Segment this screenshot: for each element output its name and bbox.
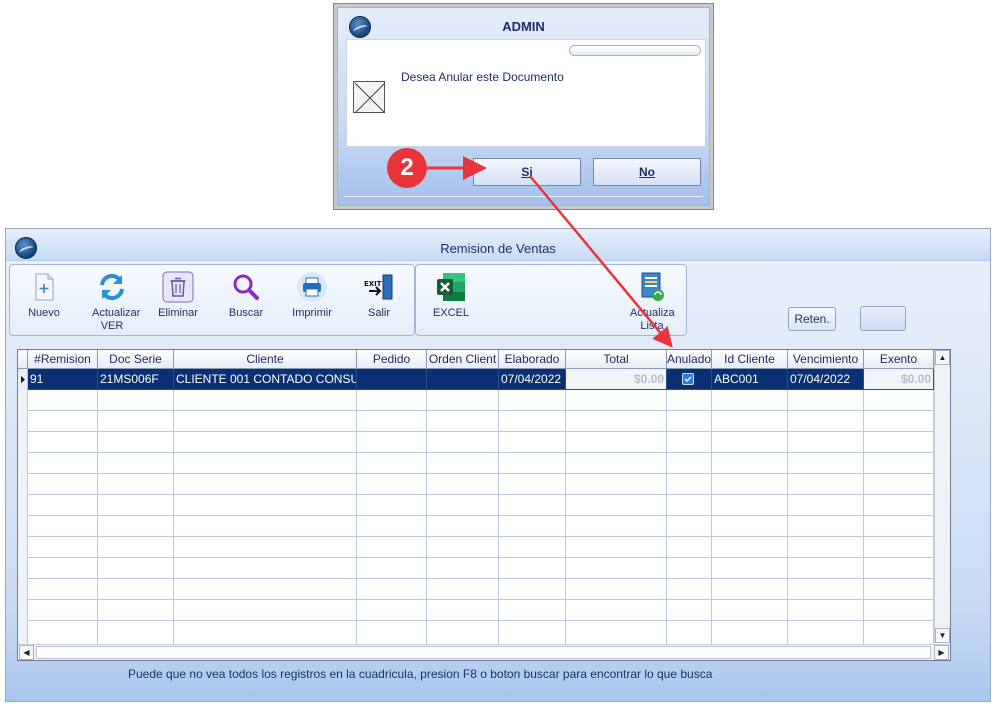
remision-grid[interactable]: #Remision Doc Serie Cliente Pedido Orden… [17, 349, 951, 661]
actualiza-lista-button[interactable]: Actualiza Lista [620, 271, 684, 333]
col-cliente[interactable]: Cliente [174, 350, 357, 369]
cell-id-cliente[interactable]: ABC001 [712, 369, 788, 390]
dialog-progress-bar [569, 45, 701, 56]
cell-doc-serie[interactable]: 21MS006F [98, 369, 174, 390]
blank-button[interactable] [860, 306, 906, 331]
dialog-title: ADMIN [502, 19, 545, 34]
dialog-message: Desea Anular este Documento [401, 70, 564, 84]
col-pedido[interactable]: Pedido [357, 350, 427, 369]
cell-anulado[interactable] [667, 369, 712, 390]
excel-icon [435, 271, 467, 303]
nuevo-label: Nuevo [28, 307, 60, 319]
scroll-right-button[interactable]: ▶ [934, 645, 949, 660]
actualizar-ver-label: Actualizar VER [92, 307, 141, 332]
trash-icon [162, 271, 194, 303]
cell-exento[interactable]: $0.00 [864, 369, 934, 390]
remision-window: Remision de Ventas Nuevo Actualizar VER [5, 228, 991, 702]
col-exento[interactable]: Exento [864, 350, 934, 369]
search-icon [230, 271, 262, 303]
yes-button[interactable]: Si [473, 158, 581, 186]
window-title: Remision de Ventas [440, 241, 556, 256]
buscar-label: Buscar [228, 307, 264, 319]
col-anulado[interactable]: Anulado [667, 350, 712, 369]
actualizar-ver-button[interactable]: Actualizar VER [80, 271, 144, 333]
buscar-button[interactable]: Buscar [214, 271, 278, 320]
cell-remision[interactable]: 91 [28, 369, 98, 390]
col-remision[interactable]: #Remision [28, 350, 98, 369]
col-vencimiento[interactable]: Vencimiento [788, 350, 864, 369]
update-list-icon [636, 271, 668, 303]
main-toolbar: Nuevo Actualizar VER Eliminar Buscar Imp… [9, 264, 415, 336]
salir-button[interactable]: EXIT Salir [347, 271, 411, 320]
secondary-toolbar: EXCEL Actualiza Lista [415, 264, 687, 336]
horizontal-scrollbar[interactable]: ◀ ▶ [18, 644, 950, 660]
imprimir-button[interactable]: Imprimir [280, 271, 344, 320]
scroll-up-button[interactable]: ▲ [935, 350, 950, 365]
no-button[interactable]: No [593, 158, 701, 186]
imprimir-label: Imprimir [292, 307, 332, 319]
cell-pedido[interactable] [357, 369, 427, 390]
dialog-body: Desea Anular este Documento [346, 39, 706, 147]
col-doc-serie[interactable]: Doc Serie [98, 350, 174, 369]
excel-button[interactable]: EXCEL [419, 271, 483, 320]
col-id-cliente[interactable]: Id Cliente [712, 350, 788, 369]
exit-icon: EXIT [363, 271, 395, 303]
row-indicator [18, 369, 28, 390]
scroll-left-button[interactable]: ◀ [19, 645, 34, 660]
cell-vencimiento[interactable]: 07/04/2022 [788, 369, 864, 390]
reten-button[interactable]: Reten. [788, 307, 836, 331]
empty-grid-lines [18, 390, 934, 645]
row-header-corner [18, 350, 28, 369]
refresh-icon [96, 271, 128, 303]
horizontal-scroll-thumb[interactable] [36, 646, 931, 659]
col-elaborado[interactable]: Elaborado [499, 350, 566, 369]
eliminar-label: Eliminar [158, 307, 198, 319]
anulado-checkbox[interactable] [682, 373, 694, 385]
col-total[interactable]: Total [566, 350, 667, 369]
cell-elaborado[interactable]: 07/04/2022 [499, 369, 566, 390]
svg-text:EXIT: EXIT [364, 280, 382, 288]
dialog-divider [344, 196, 703, 197]
vertical-scrollbar[interactable]: ▲ ▼ [934, 350, 950, 643]
nuevo-button[interactable]: Nuevo [12, 271, 76, 320]
cell-total[interactable]: $0.00 [566, 369, 667, 390]
excel-label: EXCEL [432, 307, 470, 319]
window-titlebar: Remision de Ventas [6, 229, 990, 261]
cell-orden-client[interactable] [427, 369, 499, 390]
scroll-down-button[interactable]: ▼ [935, 628, 950, 643]
printer-icon [296, 271, 328, 303]
placeholder-image-icon [353, 81, 386, 114]
salir-label: Salir [367, 307, 390, 319]
grid-hint-text: Puede que no vea todos los registros en … [128, 667, 713, 681]
new-document-icon [28, 271, 60, 303]
step-number-badge: 2 [387, 148, 427, 188]
actualiza-lista-label: Actualiza Lista [630, 307, 675, 332]
cell-cliente[interactable]: CLIENTE 001 CONTADO CONSU [174, 369, 357, 390]
eliminar-button[interactable]: Eliminar [146, 271, 210, 320]
col-orden-client[interactable]: Orden Client [427, 350, 499, 369]
